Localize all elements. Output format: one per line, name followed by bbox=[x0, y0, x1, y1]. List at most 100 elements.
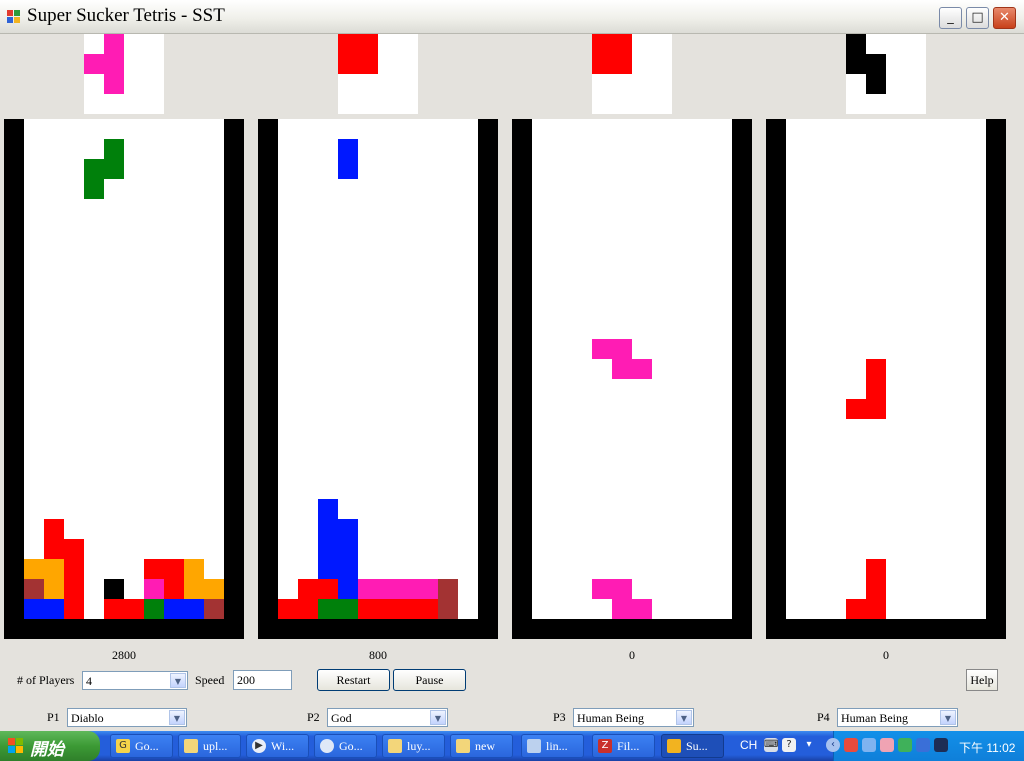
network-status-icon[interactable] bbox=[862, 738, 876, 752]
block-cell bbox=[612, 599, 632, 619]
block-cell bbox=[438, 599, 458, 619]
language-indicator[interactable]: CH bbox=[740, 738, 757, 752]
block-cell bbox=[64, 559, 84, 579]
folder-icon bbox=[388, 739, 402, 753]
block-cell bbox=[318, 599, 338, 619]
block-cell bbox=[44, 599, 64, 619]
block-cell bbox=[104, 139, 124, 159]
player-type-value: Human Being bbox=[577, 711, 644, 725]
next-piece-preview-p2 bbox=[338, 34, 418, 114]
title-bar[interactable]: Super Sucker Tetris - SST _ □ ✕ bbox=[0, 0, 1024, 34]
start-button[interactable]: 開始 bbox=[0, 731, 100, 761]
block-cell bbox=[164, 579, 184, 599]
block-cell bbox=[612, 579, 632, 599]
next-piece-cell bbox=[84, 54, 104, 74]
chevron-down-icon[interactable]: ▼ bbox=[170, 673, 186, 688]
block-cell bbox=[144, 579, 164, 599]
board-p4 bbox=[766, 119, 1006, 639]
players-count-select[interactable]: 4 ▼ bbox=[82, 671, 188, 690]
messenger-icon[interactable] bbox=[880, 738, 894, 752]
next-piece-preview-p4 bbox=[846, 34, 926, 114]
system-tray: CH ⌨ ? ▾ ‹ 下午 11:02 bbox=[740, 731, 1024, 761]
keyboard-icon[interactable]: ⌨ bbox=[764, 738, 778, 752]
security-icon[interactable] bbox=[844, 738, 858, 752]
taskbar-item-label: Su... bbox=[686, 739, 708, 753]
help-icon[interactable]: ? bbox=[782, 738, 796, 752]
block-cell bbox=[184, 579, 204, 599]
block-cell bbox=[44, 519, 64, 539]
block-cell bbox=[144, 599, 164, 619]
block-cell bbox=[104, 599, 124, 619]
taskbar-item-label: upl... bbox=[203, 739, 228, 753]
media-player-icon: ▶ bbox=[252, 739, 266, 753]
block-cell bbox=[866, 579, 886, 599]
taskbar-item[interactable]: new bbox=[450, 734, 513, 758]
block-cell bbox=[866, 599, 886, 619]
taskbar-item-label: luy... bbox=[407, 739, 431, 753]
taskbar-item[interactable]: upl... bbox=[178, 734, 241, 758]
chevron-down-icon[interactable]: ▼ bbox=[676, 710, 692, 725]
block-cell bbox=[318, 539, 338, 559]
taskbar-item[interactable]: Z Fil... bbox=[592, 734, 655, 758]
taskbar: 開始 G Go... upl... ▶ Wi... Go... luy... new… bbox=[0, 731, 1024, 761]
maximize-button[interactable]: □ bbox=[966, 7, 989, 29]
block-cell bbox=[846, 599, 866, 619]
close-button[interactable]: ✕ bbox=[993, 7, 1016, 29]
chat-icon bbox=[320, 739, 334, 753]
player-type-select-p3[interactable]: Human Being ▼ bbox=[573, 708, 694, 727]
block-cell bbox=[398, 579, 418, 599]
block-cell bbox=[866, 359, 886, 379]
taskbar-item-active[interactable]: Su... bbox=[661, 734, 724, 758]
next-piece-cell bbox=[612, 34, 632, 54]
taskbar-item[interactable]: Go... bbox=[314, 734, 377, 758]
player-type-select-p1[interactable]: Diablo ▼ bbox=[67, 708, 187, 727]
taskbar-item-label: Wi... bbox=[271, 739, 295, 753]
next-piece-cell bbox=[612, 54, 632, 74]
block-cell bbox=[866, 559, 886, 579]
next-piece-cell bbox=[358, 34, 378, 54]
block-cell bbox=[612, 359, 632, 379]
block-cell bbox=[44, 579, 64, 599]
next-piece-cell bbox=[592, 54, 612, 74]
player-type-select-p4[interactable]: Human Being ▼ bbox=[837, 708, 958, 727]
update-icon[interactable] bbox=[898, 738, 912, 752]
pause-button[interactable]: Pause bbox=[393, 669, 466, 691]
block-cell bbox=[378, 579, 398, 599]
volume-icon[interactable] bbox=[916, 738, 930, 752]
next-piece-cell bbox=[104, 74, 124, 94]
tray-collapse-icon[interactable]: ‹ bbox=[826, 738, 840, 752]
players-count-value: 4 bbox=[86, 674, 92, 688]
taskbar-item[interactable]: ▶ Wi... bbox=[246, 734, 309, 758]
block-cell bbox=[318, 559, 338, 579]
player-type-select-p2[interactable]: God ▼ bbox=[327, 708, 448, 727]
block-cell bbox=[184, 559, 204, 579]
chevron-down-icon[interactable]: ▼ bbox=[940, 710, 956, 725]
taskbar-item[interactable]: G Go... bbox=[110, 734, 173, 758]
minimize-button[interactable]: _ bbox=[939, 7, 962, 29]
block-cell bbox=[632, 599, 652, 619]
block-cell bbox=[612, 339, 632, 359]
block-cell bbox=[204, 579, 224, 599]
score-p4: 0 bbox=[883, 648, 889, 662]
tetris-app-icon bbox=[667, 739, 681, 753]
block-cell bbox=[144, 559, 164, 579]
block-cell bbox=[184, 599, 204, 619]
block-cell bbox=[846, 399, 866, 419]
folder-icon bbox=[184, 739, 198, 753]
block-cell bbox=[398, 599, 418, 619]
display-icon[interactable] bbox=[934, 738, 948, 752]
restart-button[interactable]: Restart bbox=[317, 669, 390, 691]
block-cell bbox=[104, 159, 124, 179]
block-cell bbox=[298, 599, 318, 619]
speed-input[interactable]: 200 bbox=[233, 670, 292, 690]
chevron-down-icon[interactable]: ▼ bbox=[169, 710, 185, 725]
taskbar-item[interactable]: lin... bbox=[521, 734, 584, 758]
taskbar-item[interactable]: luy... bbox=[382, 734, 445, 758]
options-icon[interactable]: ▾ bbox=[802, 738, 816, 752]
taskbar-item-label: Go... bbox=[339, 739, 363, 753]
chevron-down-icon[interactable]: ▼ bbox=[430, 710, 446, 725]
block-cell bbox=[318, 499, 338, 519]
help-button[interactable]: Help bbox=[966, 669, 998, 691]
next-piece-preview-p3 bbox=[592, 34, 672, 114]
players-count-label: # of Players bbox=[17, 673, 75, 687]
